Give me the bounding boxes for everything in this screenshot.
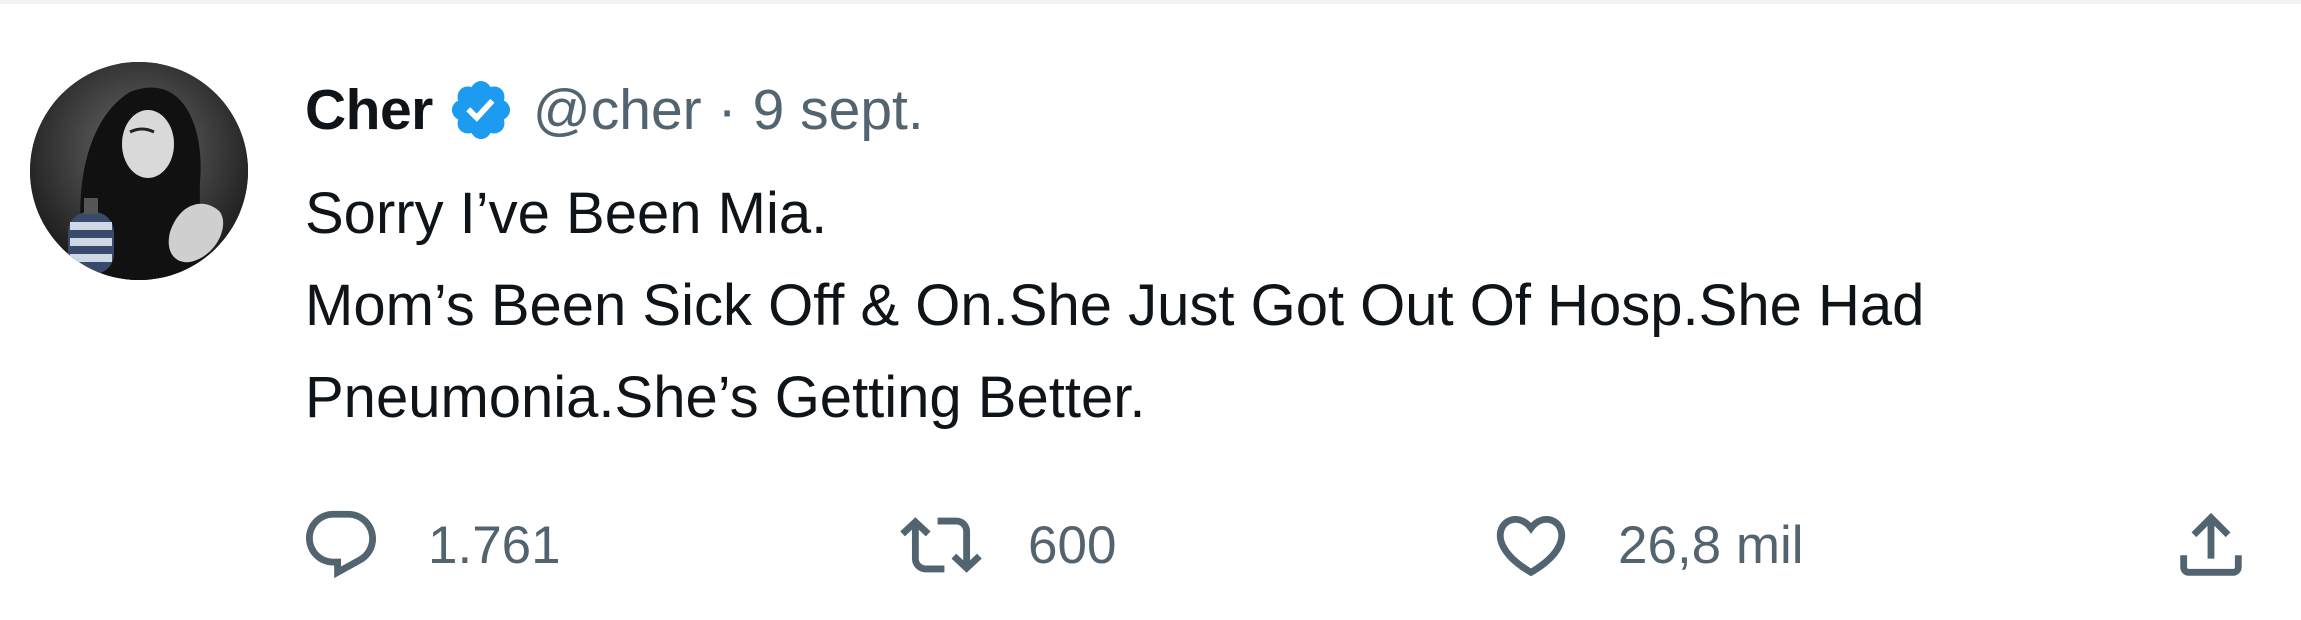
- tweet-text-line: Mom’s Been Sick Off & On.She Just Got Ou…: [305, 273, 1925, 338]
- tweet-actions: 1.761 600 26,8 mil: [300, 500, 2260, 590]
- tweet-text: Sorry I’ve Been Mia. Mom’s Been Sick Off…: [305, 168, 2265, 444]
- tweet[interactable]: Cher @cher · 9 sept. Sorry I’ve Been Mia…: [0, 0, 2301, 620]
- reply-icon: [300, 504, 382, 586]
- reply-count: 1.761: [428, 515, 561, 575]
- share-icon: [2170, 504, 2252, 586]
- author-handle[interactable]: @cher: [533, 77, 702, 143]
- retweet-icon: [900, 504, 982, 586]
- avatar-photo: [30, 62, 248, 280]
- reply-button[interactable]: 1.761: [300, 500, 561, 590]
- tweet-timestamp[interactable]: 9 sept.: [753, 77, 924, 143]
- tweet-header: Cher @cher · 9 sept.: [305, 72, 924, 148]
- header-separator: ·: [717, 78, 737, 142]
- tweet-text-line: Pneumonia.She’s Getting Better.: [305, 365, 1146, 430]
- share-button[interactable]: [2170, 500, 2252, 590]
- verified-badge-icon: [447, 76, 515, 144]
- retweet-count: 600: [1028, 515, 1117, 575]
- like-count: 26,8 mil: [1618, 515, 1804, 575]
- retweet-button[interactable]: 600: [900, 500, 1116, 590]
- heart-icon: [1490, 504, 1572, 586]
- author-display-name[interactable]: Cher: [305, 77, 433, 143]
- like-button[interactable]: 26,8 mil: [1490, 500, 1804, 590]
- avatar[interactable]: [30, 62, 248, 280]
- tweet-text-line: Sorry I’ve Been Mia.: [305, 181, 828, 246]
